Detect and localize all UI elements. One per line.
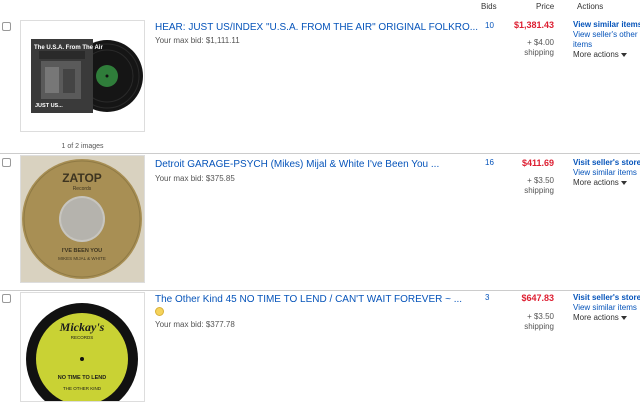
label-brand-text: ZATOP — [62, 171, 102, 185]
row-divider — [0, 153, 640, 154]
column-header: Bids Price Actions — [0, 0, 640, 16]
chevron-down-icon — [620, 315, 627, 320]
view-similar-items-link[interactable]: View similar items — [573, 168, 640, 178]
shipping-label: shipping — [524, 322, 554, 331]
more-actions-label: More actions — [573, 313, 619, 322]
record-label-image: Mickay's RECORDS NO TIME TO LEND THE OTH… — [21, 293, 144, 402]
bid-count-link[interactable]: 10 — [485, 21, 494, 30]
current-price: $1,381.43 — [513, 20, 554, 30]
label-artist-text: MIKES MIJAL & WHITE — [58, 256, 106, 261]
view-seller-other-items-link[interactable]: View seller's other items — [573, 30, 640, 50]
max-bid-label: Your max bid: — [155, 320, 204, 329]
more-actions-dropdown[interactable]: More actions — [573, 178, 640, 188]
visit-seller-store-link[interactable]: Visit seller's store — [573, 293, 640, 303]
shipping-amount: + $3.50 — [527, 312, 554, 321]
item-title-link[interactable]: HEAR: JUST US/INDEX "U.S.A. FROM THE AIR… — [155, 22, 478, 33]
album-sub-text: JUST US... — [35, 103, 63, 109]
shipping-cost: + $3.50 shipping — [524, 176, 554, 196]
bid-count-link[interactable]: 16 — [485, 158, 494, 167]
shipping-label: shipping — [524, 186, 554, 195]
chevron-down-icon — [620, 52, 627, 57]
label-sub-text: Records — [73, 186, 92, 192]
shipping-amount: + $3.50 — [527, 176, 554, 185]
chevron-down-icon — [620, 180, 627, 185]
actions-menu: Visit seller's store View similar items … — [573, 158, 640, 188]
max-bid-value: $1,111.11 — [205, 36, 240, 45]
max-bid-label: Your max bid: — [155, 36, 204, 45]
shipping-cost: + $3.50 shipping — [524, 312, 554, 332]
max-bid-text: Your max bid: $375.85 — [155, 174, 235, 183]
actions-menu: View similar items View seller's other i… — [573, 20, 640, 60]
bid-count-link[interactable]: 3 — [485, 293, 489, 302]
more-actions-label: More actions — [573, 178, 619, 187]
label-brand-text: Mickay's — [59, 320, 105, 334]
more-actions-label: More actions — [573, 50, 619, 59]
more-actions-dropdown[interactable]: More actions — [573, 50, 640, 60]
max-bid-value: $375.85 — [205, 174, 235, 183]
item-title-link[interactable]: Detroit GARAGE-PSYCH (Mikes) Mijal & Whi… — [155, 159, 439, 170]
max-bid-value: $377.78 — [205, 320, 235, 329]
actions-column-header: Actions — [577, 2, 604, 11]
select-checkbox[interactable] — [2, 294, 11, 303]
select-checkbox[interactable] — [2, 158, 11, 167]
record-label-image: ZATOP Records I'VE BEEN YOU MIKES MIJAL … — [21, 156, 144, 282]
max-bid-text: Your max bid: $377.78 — [155, 320, 235, 329]
lightbulb-icon — [155, 307, 164, 316]
album-cover-image: The U.S.A. From The Air JUST US... — [21, 21, 144, 131]
bids-column-header: Bids — [481, 2, 497, 11]
price-column-header: Price — [536, 2, 555, 11]
label-song-text: I'VE BEEN YOU — [62, 248, 102, 254]
label-sub-text: RECORDS — [71, 335, 94, 340]
shipping-cost: + $4.00 shipping — [524, 38, 554, 58]
shipping-amount: + $4.00 — [527, 38, 554, 47]
shipping-label: shipping — [524, 48, 554, 57]
item-title-link[interactable]: The Other Kind 45 NO TIME TO LEND / CAN'… — [155, 294, 462, 305]
max-bid-label: Your max bid: — [155, 174, 204, 183]
row-divider — [0, 290, 640, 291]
select-checkbox[interactable] — [2, 22, 11, 31]
more-actions-dropdown[interactable]: More actions — [573, 313, 640, 323]
label-song-text: NO TIME TO LEND — [58, 375, 107, 381]
album-title-text: The U.S.A. From The Air — [34, 45, 103, 51]
current-price: $647.83 — [521, 293, 554, 303]
image-count-caption: 1 of 2 images — [61, 143, 104, 150]
current-price: $411.69 — [521, 158, 554, 168]
actions-menu: Visit seller's store View similar items … — [573, 293, 640, 323]
item-thumbnail[interactable]: Mickay's RECORDS NO TIME TO LEND THE OTH… — [20, 292, 145, 402]
max-bid-text: Your max bid: $1,111.11 — [155, 36, 240, 45]
label-artist-text: THE OTHER KIND — [63, 386, 102, 391]
view-similar-items-link[interactable]: View similar items — [573, 20, 640, 30]
item-thumbnail[interactable]: The U.S.A. From The Air JUST US... — [20, 20, 145, 132]
visit-seller-store-link[interactable]: Visit seller's store — [573, 158, 640, 168]
view-similar-items-link[interactable]: View similar items — [573, 303, 640, 313]
item-thumbnail[interactable]: ZATOP Records I'VE BEEN YOU MIKES MIJAL … — [20, 155, 145, 283]
